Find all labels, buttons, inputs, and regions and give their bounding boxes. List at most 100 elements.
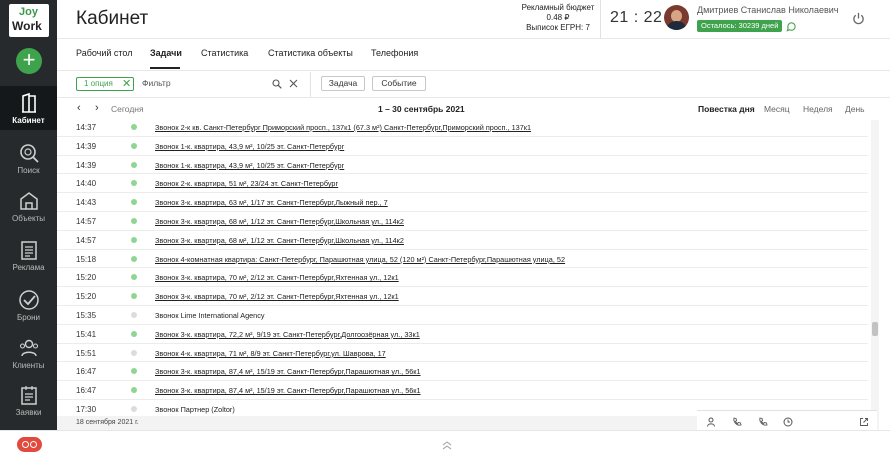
phone-incoming-icon[interactable] xyxy=(758,417,768,427)
sidebar-item-advertising[interactable]: Реклама xyxy=(0,233,57,277)
event-title-link[interactable]: Звонок 3-к. квартира, 87,4 м², 15/19 эт.… xyxy=(155,367,421,376)
event-time: 14:57 xyxy=(76,235,97,245)
view-agenda[interactable]: Повестка дня xyxy=(698,104,755,114)
tab-telephony[interactable]: Телефония xyxy=(371,48,418,58)
event-title-link[interactable]: Звонок 1-к. квартира, 43,9 м², 10/25 эт.… xyxy=(155,161,344,170)
sidebar-item-requests[interactable]: Заявки xyxy=(0,378,57,422)
scrollbar[interactable] xyxy=(871,120,879,430)
event-time: 14:43 xyxy=(76,198,97,208)
sidebar-item-label: Объекты xyxy=(12,214,45,223)
chip-close-icon[interactable]: ✕ xyxy=(122,77,131,91)
sidebar-item-label: Реклама xyxy=(12,263,45,272)
budget-info: Рекламный бюджет 0.48 ₽ Выписок ЕГРН: 7 xyxy=(519,3,597,33)
event-title-link[interactable]: Звонок Партнер (Zoltor) xyxy=(155,405,235,414)
sidebar-item-cabinet[interactable]: Кабинет xyxy=(0,86,57,130)
tab-statistics-objects[interactable]: Статистика объекты xyxy=(268,48,353,58)
today-button[interactable]: Сегодня xyxy=(111,104,144,114)
status-dot-icon xyxy=(131,312,137,318)
list-item[interactable]: 16:47 Звонок 3-к. квартира, 87,4 м², 15/1… xyxy=(57,381,868,400)
external-link-icon[interactable] xyxy=(859,417,869,427)
list-item[interactable]: 14:39 Звонок 1-к. квартира, 43,9 м², 10/2… xyxy=(57,156,868,175)
list-item[interactable]: 14:57 Звонок 3-к. квартира, 68 м², 1/12 э… xyxy=(57,212,868,231)
filter-input[interactable] xyxy=(142,76,268,90)
event-time: 14:37 xyxy=(76,123,97,132)
requests-icon xyxy=(21,386,37,405)
event-title-link[interactable]: Звонок 2-к. квартира, 51 м², 23/24 эт. С… xyxy=(155,179,338,188)
view-day[interactable]: День xyxy=(845,104,865,114)
list-item[interactable]: 15:51 Звонок 4-к. квартира, 71 м², 8/9 эт… xyxy=(57,344,868,363)
app-badge-icon[interactable] xyxy=(17,437,42,452)
event-title-link[interactable]: Звонок 3-к. квартира, 68 м², 1/12 эт. Са… xyxy=(155,217,404,226)
list-item[interactable]: 15:41 Звонок 3-к. квартира, 72,2 м², 9/19… xyxy=(57,325,868,344)
call-widget xyxy=(697,410,877,432)
event-time: 15:35 xyxy=(76,311,97,320)
task-button[interactable]: Задача xyxy=(321,76,365,91)
status-dot-icon xyxy=(131,406,137,412)
status-dot-icon xyxy=(131,218,137,224)
event-time: 17:30 xyxy=(76,405,97,414)
add-button[interactable]: + xyxy=(16,48,42,74)
list-item[interactable]: 14:57 Звонок 3-к. квартира, 68 м², 1/12 э… xyxy=(57,231,868,250)
close-icon[interactable] xyxy=(289,79,298,88)
tab-desktop[interactable]: Рабочий стол xyxy=(76,48,133,58)
list-item[interactable]: 15:20 Звонок 3-к. квартира, 70 м², 2/12 э… xyxy=(57,287,868,306)
list-item[interactable]: 15:35 Звонок Lime International Agency xyxy=(57,306,868,325)
event-time: 16:47 xyxy=(76,367,97,377)
power-icon[interactable] xyxy=(852,12,865,25)
list-item[interactable]: 14:40 Звонок 2-к. квартира, 51 м², 23/24 … xyxy=(57,174,868,194)
sidebar-item-clients[interactable]: Клиенты xyxy=(0,331,57,375)
chevron-up-icon[interactable] xyxy=(441,440,453,450)
status-dot-icon xyxy=(131,180,137,187)
event-title-link[interactable]: Звонок 4-комнатная квартира: Санкт-Петер… xyxy=(155,255,565,264)
list-item[interactable]: 14:39 Звонок 1-к. квартира, 43,9 м², 10/2… xyxy=(57,137,868,156)
event-title-link[interactable]: Звонок 3-к. квартира, 70 м², 2/12 эт. Са… xyxy=(155,292,399,301)
avatar[interactable] xyxy=(664,5,689,30)
sidebar-item-booking[interactable]: Брони xyxy=(0,283,57,327)
list-item[interactable]: 14:43 Звонок 3-к. квартира, 63 м², 1/17 э… xyxy=(57,193,868,212)
list-item[interactable]: 15:18 Звонок 4-комнатная квартира: Санкт-… xyxy=(57,250,868,269)
clock-icon[interactable] xyxy=(783,417,793,427)
list-item[interactable]: 14:37 Звонок 2-к кв. Санкт-Петербург Прим… xyxy=(57,118,868,137)
cabinet-icon xyxy=(22,92,36,113)
event-title-link[interactable]: Звонок 3-к. квартира, 70 м², 2/12 эт. Са… xyxy=(155,273,399,282)
budget-label: Рекламный бюджет xyxy=(521,3,595,12)
event-title-link[interactable]: Звонок 3-к. квартира, 68 м², 1/12 эт. Са… xyxy=(155,236,404,245)
next-arrow-icon[interactable]: › xyxy=(95,102,99,114)
event-title-link[interactable]: Звонок 3-к. квартира, 72,2 м², 9/19 эт. … xyxy=(155,330,420,339)
scrollbar-thumb[interactable] xyxy=(872,322,878,336)
app-logo[interactable]: Joy Work xyxy=(9,4,49,37)
event-title-link[interactable]: Звонок 4-к. квартира, 71 м², 8/9 эт. Сан… xyxy=(155,349,386,358)
budget-value: 0.48 ₽ xyxy=(546,13,570,22)
list-item[interactable]: 16:47 Звонок 3-к. квартира, 87,4 м², 15/1… xyxy=(57,362,868,382)
event-title-link[interactable]: Звонок 3-к. квартира, 87,4 м², 15/19 эт.… xyxy=(155,386,421,395)
sidebar-item-objects[interactable]: Объекты xyxy=(0,184,57,228)
page-title: Кабинет xyxy=(76,8,149,29)
tab-tasks[interactable]: Задачи xyxy=(150,48,182,58)
tab-statistics[interactable]: Статистика xyxy=(201,48,248,58)
operator-icon[interactable] xyxy=(706,417,716,427)
clients-icon xyxy=(19,339,39,357)
event-title-link[interactable]: Звонок 2-к кв. Санкт-Петербург Приморски… xyxy=(155,123,531,132)
prev-arrow-icon[interactable]: ‹ xyxy=(77,102,81,114)
event-title-link[interactable]: Звонок 1-к. квартира, 43,9 м², 10/25 эт.… xyxy=(155,142,344,151)
status-dot-icon xyxy=(131,142,137,149)
status-dot-icon xyxy=(131,387,137,394)
event-time: 16:47 xyxy=(76,386,97,396)
event-title-link[interactable]: Звонок 3-к. квартира, 63 м², 1/17 эт. Са… xyxy=(155,198,388,207)
chat-icon[interactable] xyxy=(786,21,797,32)
sidebar-item-search[interactable]: Поиск xyxy=(0,136,57,180)
list-item[interactable]: 15:20 Звонок 3-к. квартира, 70 м², 2/12 э… xyxy=(57,268,868,288)
sidebar-item-label: Поиск xyxy=(17,166,40,175)
search-icon[interactable] xyxy=(272,79,282,89)
event-time: 15:18 xyxy=(76,254,97,264)
event-button[interactable]: Событие xyxy=(372,76,426,91)
logo-text-1: Joy xyxy=(19,6,38,18)
phone-icon[interactable] xyxy=(732,417,742,427)
active-tab-indicator xyxy=(150,67,180,69)
view-month[interactable]: Месяц xyxy=(764,104,790,114)
user-name[interactable]: Дмитриев Станислав Николаевич xyxy=(697,5,838,15)
view-week[interactable]: Неделя xyxy=(803,104,833,114)
event-time: 15:20 xyxy=(76,292,97,302)
event-title-link[interactable]: Звонок Lime International Agency xyxy=(155,311,265,320)
bottom-bar xyxy=(0,430,890,458)
